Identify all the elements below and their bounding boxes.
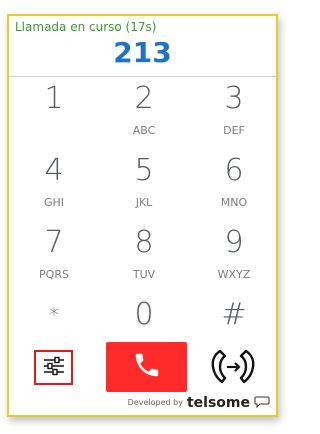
key-7[interactable]: 7 PQRS [9, 224, 99, 294]
dialed-number: 213 [113, 36, 172, 69]
key-0[interactable]: 0 [99, 296, 189, 340]
key-digit: 4 [44, 153, 64, 188]
key-letters: PQRS [39, 268, 69, 281]
key-digit: 0 [134, 297, 154, 332]
key-digit: 5 [134, 153, 154, 188]
key-letters: GHI [43, 196, 65, 209]
key-3[interactable]: 3 DEF [189, 80, 279, 150]
key-hash[interactable]: # [189, 296, 279, 340]
call-status: Llamada en curso (17s) [15, 20, 157, 34]
key-digit: 2 [134, 81, 154, 116]
key-letters: ABC [132, 124, 156, 137]
key-digit: 9 [224, 225, 244, 260]
settings-button[interactable] [34, 350, 73, 385]
developed-by-label: Developed by [127, 398, 183, 407]
key-5[interactable]: 5 JKL [99, 152, 189, 222]
key-4[interactable]: 4 GHI [9, 152, 99, 222]
telsome-logo: telsome [187, 395, 250, 411]
key-digit: 1 [44, 81, 64, 116]
key-digit: 6 [224, 153, 244, 188]
key-9[interactable]: 9 WXYZ [189, 224, 279, 294]
sliders-icon [42, 355, 66, 381]
call-transfer-icon [210, 347, 256, 389]
call-actions [9, 338, 276, 392]
call-header: Llamada en curso (17s) 213 [9, 16, 276, 77]
key-letters: TUV [132, 268, 156, 281]
key-2[interactable]: 2 ABC [99, 80, 189, 150]
hangup-button[interactable] [106, 342, 187, 392]
phone-dialer: Llamada en curso (17s) 213 1 2 ABC 3 DEF… [7, 14, 278, 417]
key-6[interactable]: 6 MNO [189, 152, 279, 222]
key-letters: WXYZ [217, 268, 251, 281]
key-letters: DEF [223, 124, 245, 137]
key-1[interactable]: 1 [9, 80, 99, 150]
transfer-button[interactable] [209, 348, 257, 388]
speech-bubble-icon [254, 393, 270, 412]
key-digit: # [221, 297, 247, 332]
phone-icon [132, 350, 162, 384]
key-letters: MNO [220, 196, 248, 209]
brand-name: telsome [186, 394, 250, 411]
key-digit: 8 [134, 225, 154, 260]
key-8[interactable]: 8 TUV [99, 224, 189, 294]
key-star[interactable]: * [9, 296, 99, 340]
key-letters: JKL [135, 196, 153, 209]
key-digit: 3 [224, 81, 244, 116]
key-digit: 7 [44, 225, 64, 260]
key-digit: * [49, 303, 59, 327]
footer-branding: Developed by telsome [128, 393, 270, 412]
